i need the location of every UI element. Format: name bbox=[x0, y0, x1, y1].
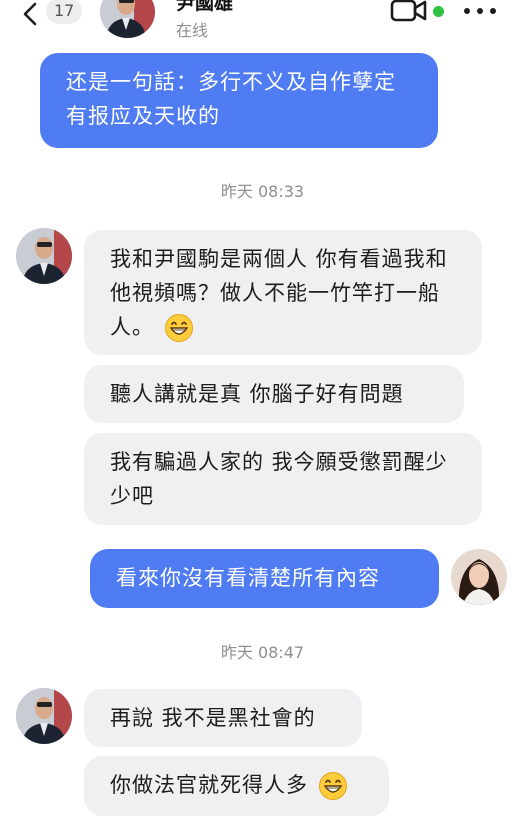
online-indicator-dot bbox=[433, 6, 444, 17]
more-dot bbox=[477, 8, 483, 14]
contact-name: 尹國雄 bbox=[176, 0, 234, 14]
outgoing-message-bubble[interactable]: 看來你沒有看清楚所有內容 bbox=[90, 549, 439, 608]
online-status-text: 在线 bbox=[176, 21, 209, 40]
woman-portrait-icon bbox=[451, 549, 507, 605]
message-timestamp: 昨天 08:33 bbox=[220, 182, 305, 201]
more-dot bbox=[490, 8, 496, 14]
message-timestamp: 昨天 08:47 bbox=[220, 643, 305, 662]
sender-avatar[interactable] bbox=[16, 228, 72, 284]
grinning-emoji-icon bbox=[164, 314, 193, 342]
incoming-message-bubble[interactable]: 我有騙過人家的 我今願受懲罰醒少少吧 bbox=[84, 433, 482, 525]
back-button[interactable]: 17 bbox=[20, 0, 90, 32]
video-call-button[interactable] bbox=[390, 0, 430, 26]
back-chevron-icon bbox=[23, 2, 37, 26]
sender-avatar[interactable] bbox=[16, 688, 72, 744]
more-dot bbox=[464, 8, 470, 14]
my-avatar[interactable] bbox=[451, 549, 507, 605]
outgoing-message-bubble[interactable]: 还是一句話：多行不义及自作孽定有报应及天收的 bbox=[40, 53, 438, 148]
incoming-message-bubble[interactable]: 我和尹國駒是兩個人 你有看過我和他視頻嗎？做人不能一竹竿打一船人。 bbox=[84, 230, 482, 355]
message-text: 看來你沒有看清楚所有內容 bbox=[116, 566, 380, 590]
grinning-emoji-icon bbox=[318, 772, 347, 800]
message-text: 还是一句話：多行不义及自作孽定有报应及天收的 bbox=[66, 70, 396, 128]
message-text: 再說 我不是黑社會的 bbox=[110, 706, 316, 730]
message-text: 我有騙過人家的 我今願受懲罰醒少少吧 bbox=[110, 450, 448, 508]
incoming-message-bubble[interactable]: 再說 我不是黑社會的 bbox=[84, 689, 362, 747]
incoming-message-bubble[interactable]: 你做法官就死得人多 bbox=[84, 756, 389, 816]
more-options-button[interactable] bbox=[462, 0, 502, 24]
chat-header: 17 尹國雄 在线 bbox=[0, 0, 525, 46]
man-portrait-icon bbox=[16, 688, 72, 744]
unread-count-badge: 17 bbox=[46, 0, 83, 24]
message-text: 我和尹國駒是兩個人 你有看過我和他視頻嗎？做人不能一竹竿打一船人。 bbox=[110, 247, 448, 339]
message-text: 你做法官就死得人多 bbox=[110, 773, 308, 797]
man-portrait-icon bbox=[16, 228, 72, 284]
message-text: 聽人講就是真 你腦子好有問題 bbox=[110, 382, 404, 406]
incoming-message-bubble[interactable]: 聽人講就是真 你腦子好有問題 bbox=[84, 365, 464, 423]
video-camera-icon bbox=[390, 0, 427, 22]
contact-avatar[interactable] bbox=[100, 0, 155, 38]
man-portrait-icon bbox=[100, 0, 155, 38]
